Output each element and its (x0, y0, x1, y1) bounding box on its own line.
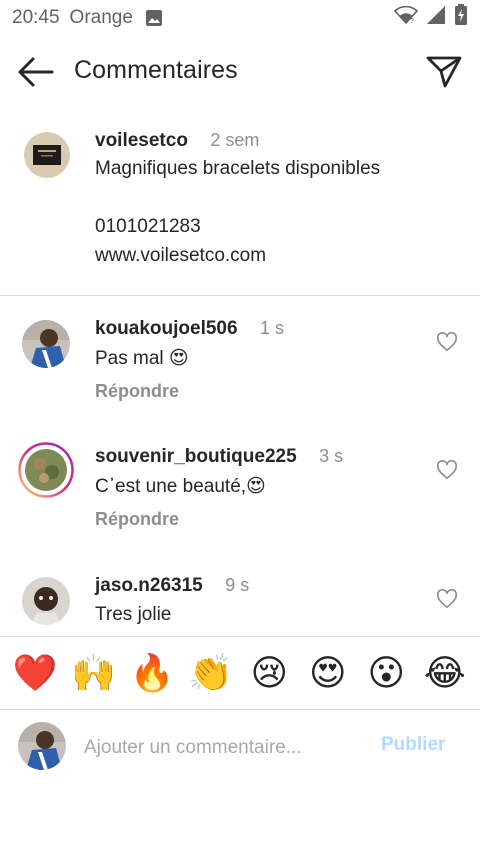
caption-username[interactable]: voilesetco (95, 130, 188, 151)
signal-icon (426, 5, 446, 31)
like-button[interactable] (436, 588, 458, 610)
like-button[interactable] (436, 331, 458, 353)
comment-time: 3 s (319, 446, 344, 466)
comment-time: 9 s (225, 575, 250, 595)
emoji-heart-eyes[interactable]: 😍 (304, 649, 352, 697)
emoji-crying[interactable]: 😢 (245, 649, 293, 697)
caption-header: voilesetco 2 sem (95, 130, 259, 152)
back-button[interactable] (16, 54, 56, 90)
divider (0, 295, 480, 296)
image-icon (145, 9, 163, 27)
avatar-story-ring[interactable] (18, 442, 74, 498)
status-carrier: Orange (69, 7, 133, 28)
emoji-clapping[interactable]: 👏 (187, 649, 235, 697)
comment-username[interactable]: kouakoujoel506 (95, 318, 238, 339)
send-icon (424, 56, 464, 96)
comment-text: Tres jolie (95, 604, 172, 625)
heart-icon (436, 459, 458, 485)
back-arrow-icon (16, 57, 56, 94)
like-button[interactable] (436, 459, 458, 481)
reply-button[interactable]: Répondre (95, 509, 179, 530)
avatar[interactable] (22, 320, 70, 368)
emoji-laughing[interactable]: 😂 (421, 649, 469, 697)
avatar[interactable] (22, 577, 70, 625)
send-button[interactable] (424, 52, 464, 92)
emoji-surprised[interactable]: 😮 (362, 649, 410, 697)
heart-icon (436, 588, 458, 614)
emoji-raising-hands[interactable]: 🙌 (70, 649, 118, 697)
battery-charging-icon (454, 4, 468, 32)
publish-button[interactable]: Publier (381, 734, 445, 756)
caption-time: 2 sem (210, 130, 260, 150)
status-time: 20:45 (12, 7, 60, 28)
comment-header: kouakoujoel506 1 s (95, 318, 284, 340)
wifi-icon: ? (393, 5, 419, 30)
caption-line: Magnifiques bracelets disponibles (95, 158, 381, 179)
emoji-fire[interactable]: 🔥 (128, 649, 176, 697)
comment-username[interactable]: jaso.n26315 (95, 575, 203, 596)
status-icons: ? (393, 4, 468, 32)
avatar[interactable] (24, 132, 70, 178)
comment-input[interactable] (82, 732, 366, 764)
post-caption: voilesetco 2 sem Magnifiques bracelets d… (0, 120, 480, 296)
avatar (18, 722, 66, 770)
page-title: Commentaires (74, 56, 238, 84)
status-bar: 20:45 Orange ? (0, 0, 480, 36)
reply-button[interactable]: Répondre (95, 381, 179, 402)
comment-text: C᾽est une beauté,😍 (95, 476, 266, 497)
header: Commentaires (0, 40, 480, 104)
comments-screen: 20:45 Orange ? Commentaires voilesetco 2… (0, 0, 480, 854)
emoji-bar: ❤️ 🙌 🔥 👏 😢 😍 😮 😂 (0, 636, 480, 710)
comment-time: 1 s (260, 318, 285, 338)
svg-text:?: ? (410, 18, 414, 24)
comment-header: souvenir_boutique225 3 s (95, 446, 343, 468)
comment-username[interactable]: souvenir_boutique225 (95, 446, 297, 467)
heart-icon (436, 331, 458, 357)
emoji-heart[interactable]: ❤️ (11, 649, 59, 697)
caption-website[interactable]: www.voilesetco.com (95, 245, 266, 267)
caption-phone: 0101021283 (95, 216, 201, 237)
comment-text: Pas mal 😍 (95, 348, 189, 369)
comment-composer: Publier (0, 712, 480, 782)
comment-header: jaso.n26315 9 s (95, 575, 249, 597)
